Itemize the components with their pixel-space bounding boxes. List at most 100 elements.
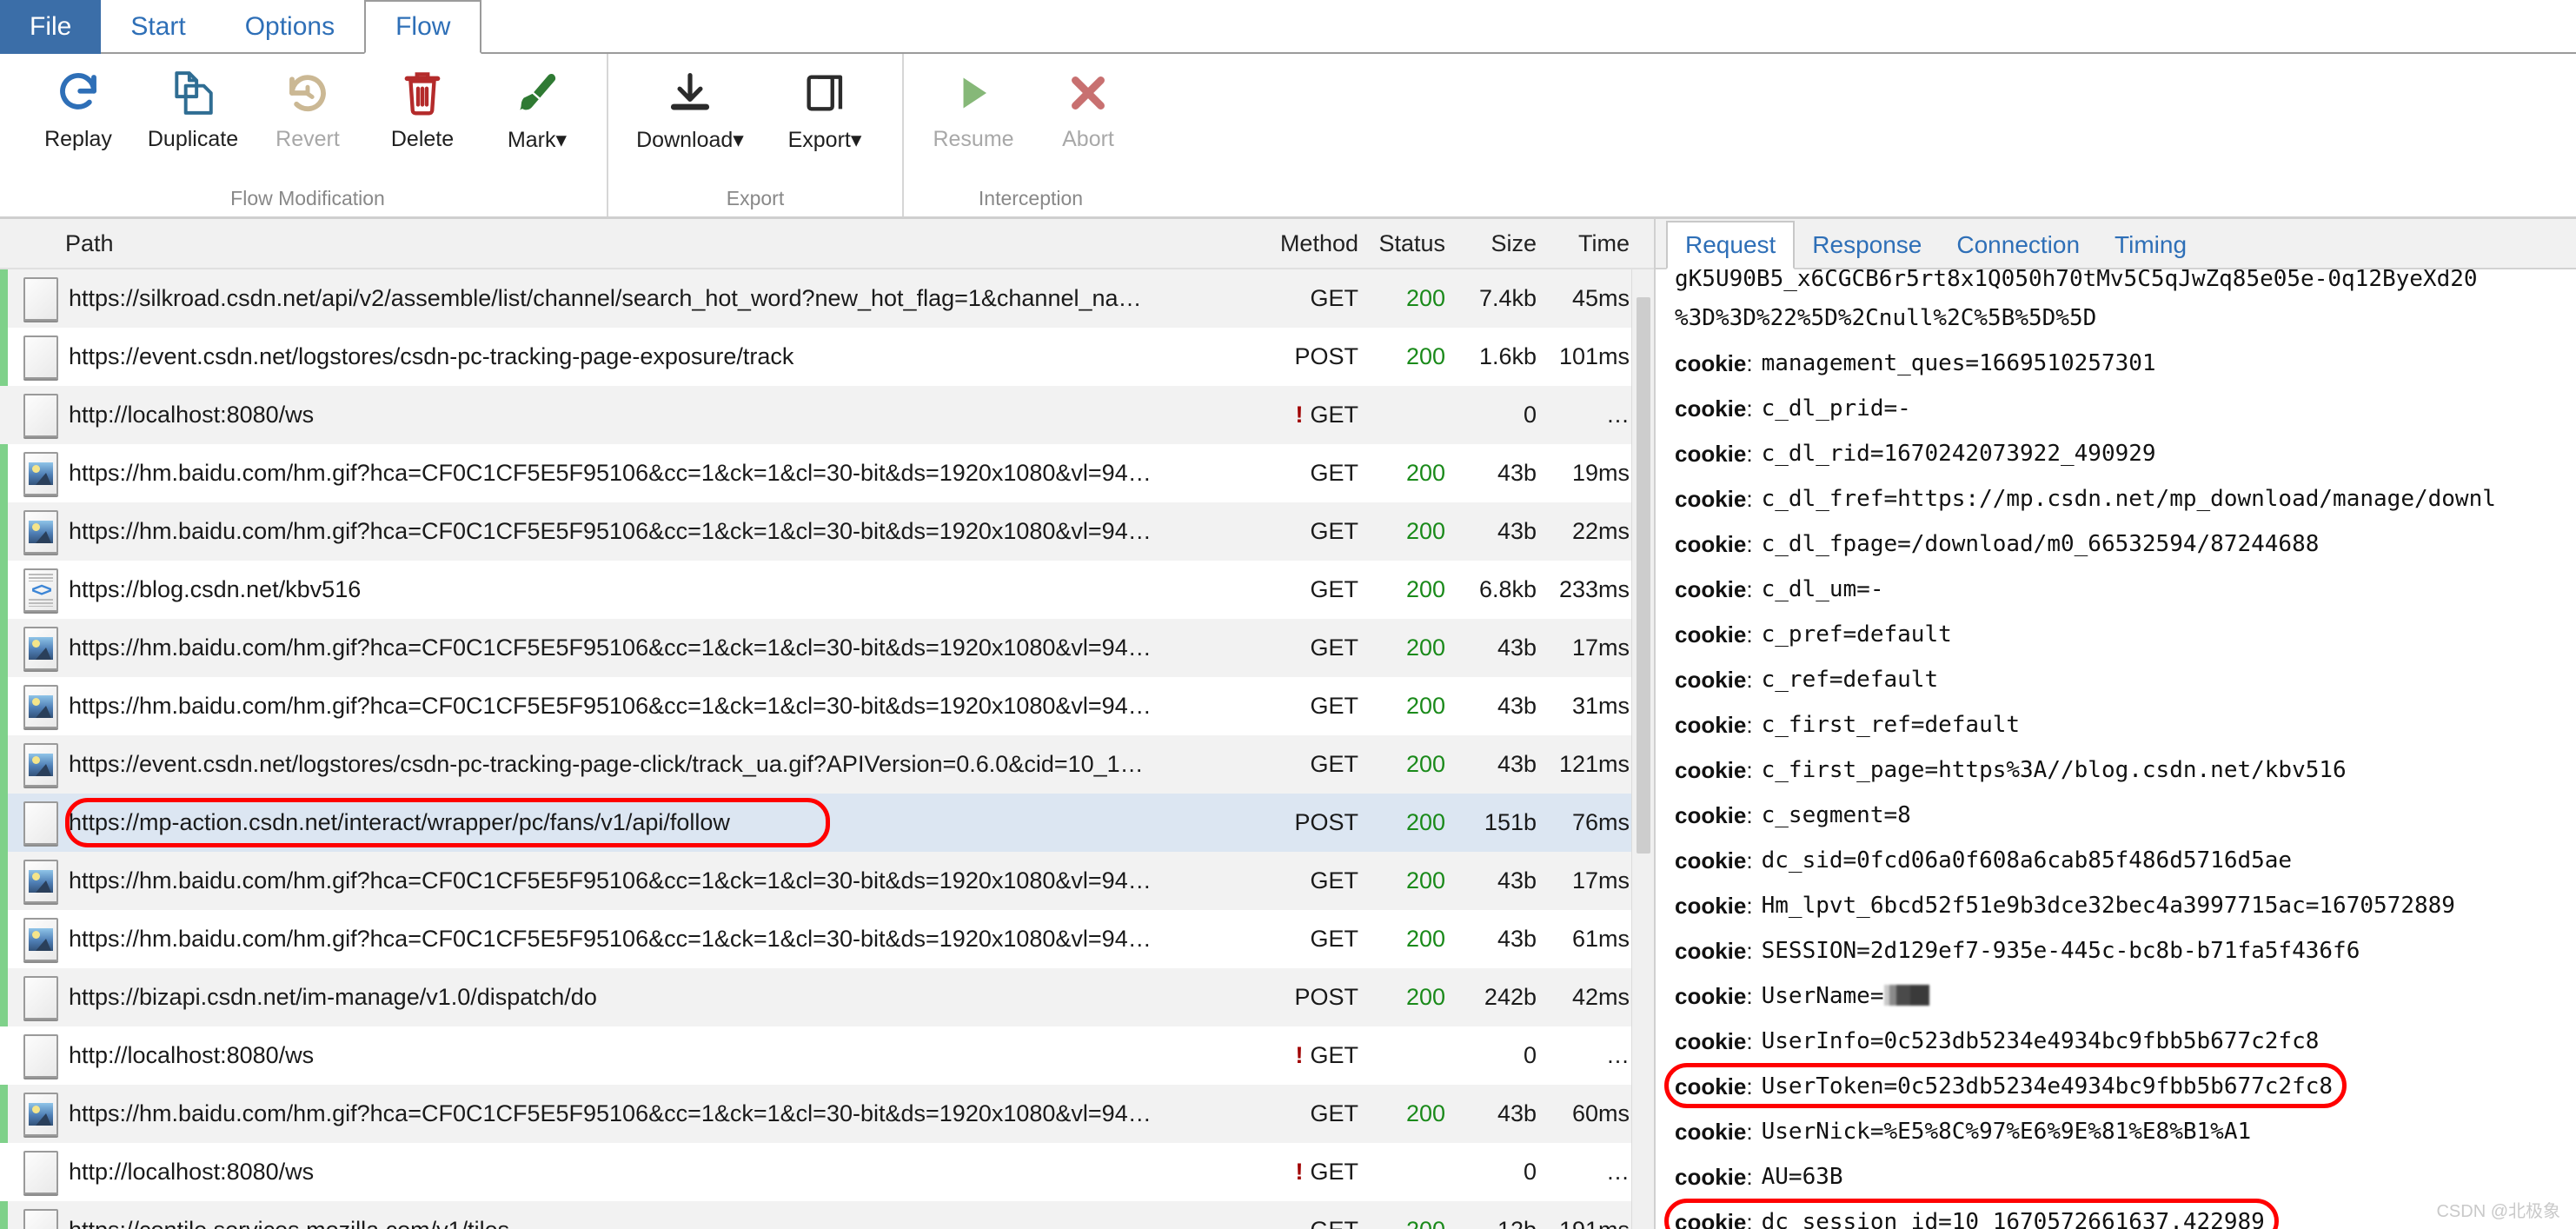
header-separator: :	[1746, 395, 1753, 422]
flow-row-method: GET	[1228, 1217, 1358, 1229]
flow-row-path: https://hm.baidu.com/hm.gif?hca=CF0C1CF5…	[69, 926, 1152, 952]
export-button[interactable]: Export▾	[760, 54, 890, 153]
flow-row-path: https://hm.baidu.com/hm.gif?hca=CF0C1CF5…	[69, 518, 1152, 544]
flow-row[interactable]: http://localhost:8080/ws! GET 0…	[0, 1143, 1654, 1201]
header-key: cookie	[1675, 982, 1747, 1009]
header-value: c_first_ref=default	[1761, 712, 2021, 738]
header-key: cookie	[1675, 1118, 1747, 1145]
mark-button[interactable]: Mark▾	[480, 54, 594, 153]
header-row: cookie: c_pref=default	[1675, 612, 2576, 657]
duplicate-button[interactable]: Duplicate	[136, 54, 250, 152]
html-icon: <>	[17, 568, 65, 612]
group-title-export: Export	[726, 187, 785, 209]
document-icon	[17, 335, 65, 379]
column-header-path[interactable]: Path	[0, 230, 1228, 257]
flow-row[interactable]: https://event.csdn.net/logstores/csdn-pc…	[0, 735, 1654, 794]
flow-row[interactable]: https://hm.baidu.com/hm.gif?hca=CF0C1CF5…	[0, 1085, 1654, 1143]
flow-row-size: 43b	[1497, 518, 1537, 544]
tab-response[interactable]: Response	[1795, 221, 1939, 269]
flow-list-scrollbar-thumb[interactable]	[1637, 297, 1650, 854]
flow-row[interactable]: http://localhost:8080/ws! GET 0…	[0, 386, 1654, 444]
flow-row[interactable]: https://hm.baidu.com/hm.gif?hca=CF0C1CF5…	[0, 502, 1654, 561]
download-button[interactable]: Download▾	[621, 54, 760, 153]
flow-row[interactable]: https://hm.baidu.com/hm.gif?hca=CF0C1CF5…	[0, 910, 1654, 968]
flow-row-size: 0	[1523, 1159, 1537, 1185]
ribbon-tab-file[interactable]: File	[0, 0, 102, 54]
revert-label: Revert	[276, 127, 340, 151]
document-icon	[17, 1033, 65, 1078]
replay-button[interactable]: Replay	[21, 54, 136, 152]
image-icon	[17, 626, 65, 670]
tab-connection[interactable]: Connection	[1939, 221, 2097, 269]
flow-row[interactable]: <> https://blog.csdn.net/kbv516 GET 200 6.8k…	[0, 561, 1654, 619]
delete-icon	[402, 64, 443, 122]
flow-row[interactable]: https://hm.baidu.com/hm.gif?hca=CF0C1CF5…	[0, 619, 1654, 677]
group-title-interception: Interception	[978, 187, 1084, 209]
ribbon-tab-options[interactable]: Options	[216, 0, 364, 54]
flow-row-method-text: GET	[1310, 576, 1358, 602]
flow-row-path: https://hm.baidu.com/hm.gif?hca=CF0C1CF5…	[69, 867, 1152, 894]
intercept-warning-icon: !	[1295, 1042, 1304, 1068]
column-header-time[interactable]: Time	[1537, 230, 1654, 257]
image-icon	[17, 1092, 65, 1136]
column-header-status[interactable]: Status	[1358, 230, 1445, 257]
header-separator: :	[1746, 530, 1753, 557]
header-key: cookie	[1675, 847, 1747, 874]
header-key: cookie	[1675, 485, 1747, 512]
flow-row-marker	[0, 1143, 8, 1201]
header-separator: :	[1746, 892, 1753, 919]
export-icon	[803, 64, 846, 122]
header-key: cookie	[1675, 1027, 1747, 1054]
flow-row[interactable]: https://contile.services.mozilla.com/v1/…	[0, 1201, 1654, 1229]
flow-row-method: GET	[1228, 751, 1358, 778]
flow-row-status: 200	[1405, 926, 1445, 952]
flow-row-path: https://event.csdn.net/logstores/csdn-pc…	[69, 751, 1144, 777]
flow-detail-pane: Request Response Connection Timing gK5U9…	[1656, 219, 2576, 1229]
flow-row-size: 43b	[1497, 867, 1537, 894]
header-value: c_dl_um=-	[1761, 576, 1884, 602]
resume-button[interactable]: Resume	[916, 54, 1031, 152]
flow-row-method: ! GET	[1228, 1042, 1358, 1069]
header-key: cookie	[1675, 1163, 1747, 1190]
header-value: UserToken=0c523db5234e4934bc9fbb5b677c2f…	[1761, 1073, 2334, 1099]
flow-row-method-text: GET	[1310, 693, 1358, 719]
request-headers-list[interactable]: gK5U90B5_x6CGCB6r5rt8x1Q050h70tMv5C5qJwZ…	[1656, 269, 2576, 1229]
flow-list-scrollbar[interactable]	[1631, 269, 1654, 1229]
flow-row[interactable]: https://hm.baidu.com/hm.gif?hca=CF0C1CF5…	[0, 444, 1654, 502]
column-header-method[interactable]: Method	[1228, 230, 1358, 257]
flow-row-method-text: GET	[1310, 634, 1358, 661]
flow-row-path: https://event.csdn.net/logstores/csdn-pc…	[69, 343, 794, 369]
ribbon-tab-flow[interactable]: Flow	[364, 0, 482, 54]
header-row: cookie: management_ques=1669510257301	[1675, 341, 2576, 386]
watermark: CSDN @北极象	[2436, 1202, 2560, 1221]
column-header-size[interactable]: Size	[1445, 230, 1537, 257]
tab-request[interactable]: Request	[1666, 221, 1796, 269]
detail-tabstrip: Request Response Connection Timing	[1656, 219, 2576, 269]
header-separator: :	[1746, 349, 1753, 376]
flow-row-marker	[0, 328, 8, 386]
flow-row[interactable]: http://localhost:8080/ws! GET 0…	[0, 1026, 1654, 1085]
flow-table-body[interactable]: https://silkroad.csdn.net/api/v2/assembl…	[0, 269, 1654, 1229]
flow-row[interactable]: https://bizapi.csdn.net/im-manage/v1.0/d…	[0, 968, 1654, 1026]
header-value: dc_session_id=10_1670572661637.422989	[1761, 1209, 2265, 1229]
header-value: c_dl_fref=https://mp.csdn.net/mp_downloa…	[1761, 486, 2496, 512]
flow-row-method-text: GET	[1310, 751, 1358, 777]
flow-row[interactable]: https://hm.baidu.com/hm.gif?hca=CF0C1CF5…	[0, 677, 1654, 735]
delete-button[interactable]: Delete	[365, 54, 480, 152]
header-value: UserName=	[1762, 983, 1929, 1009]
flow-row-method-text: GET	[1310, 926, 1358, 952]
abort-button[interactable]: Abort	[1031, 54, 1145, 152]
ribbon-tab-start[interactable]: Start	[101, 0, 215, 54]
flow-row[interactable]: https://event.csdn.net/logstores/csdn-pc…	[0, 328, 1654, 386]
tab-timing[interactable]: Timing	[2097, 221, 2204, 269]
flow-row[interactable]: https://mp-action.csdn.net/interact/wrap…	[0, 794, 1654, 852]
document-icon	[17, 801, 65, 845]
header-row: cookie: c_first_page=https%3A//blog.csdn.…	[1675, 747, 2576, 793]
flow-row[interactable]: https://silkroad.csdn.net/api/v2/assembl…	[0, 269, 1654, 328]
flow-row-path: https://silkroad.csdn.net/api/v2/assembl…	[69, 285, 1142, 311]
header-key: cookie	[1675, 801, 1747, 828]
flow-row-method-text: GET	[1310, 1042, 1358, 1068]
flow-row-marker	[0, 1201, 8, 1229]
flow-row[interactable]: https://hm.baidu.com/hm.gif?hca=CF0C1CF5…	[0, 852, 1654, 910]
revert-button[interactable]: Revert	[250, 54, 365, 152]
